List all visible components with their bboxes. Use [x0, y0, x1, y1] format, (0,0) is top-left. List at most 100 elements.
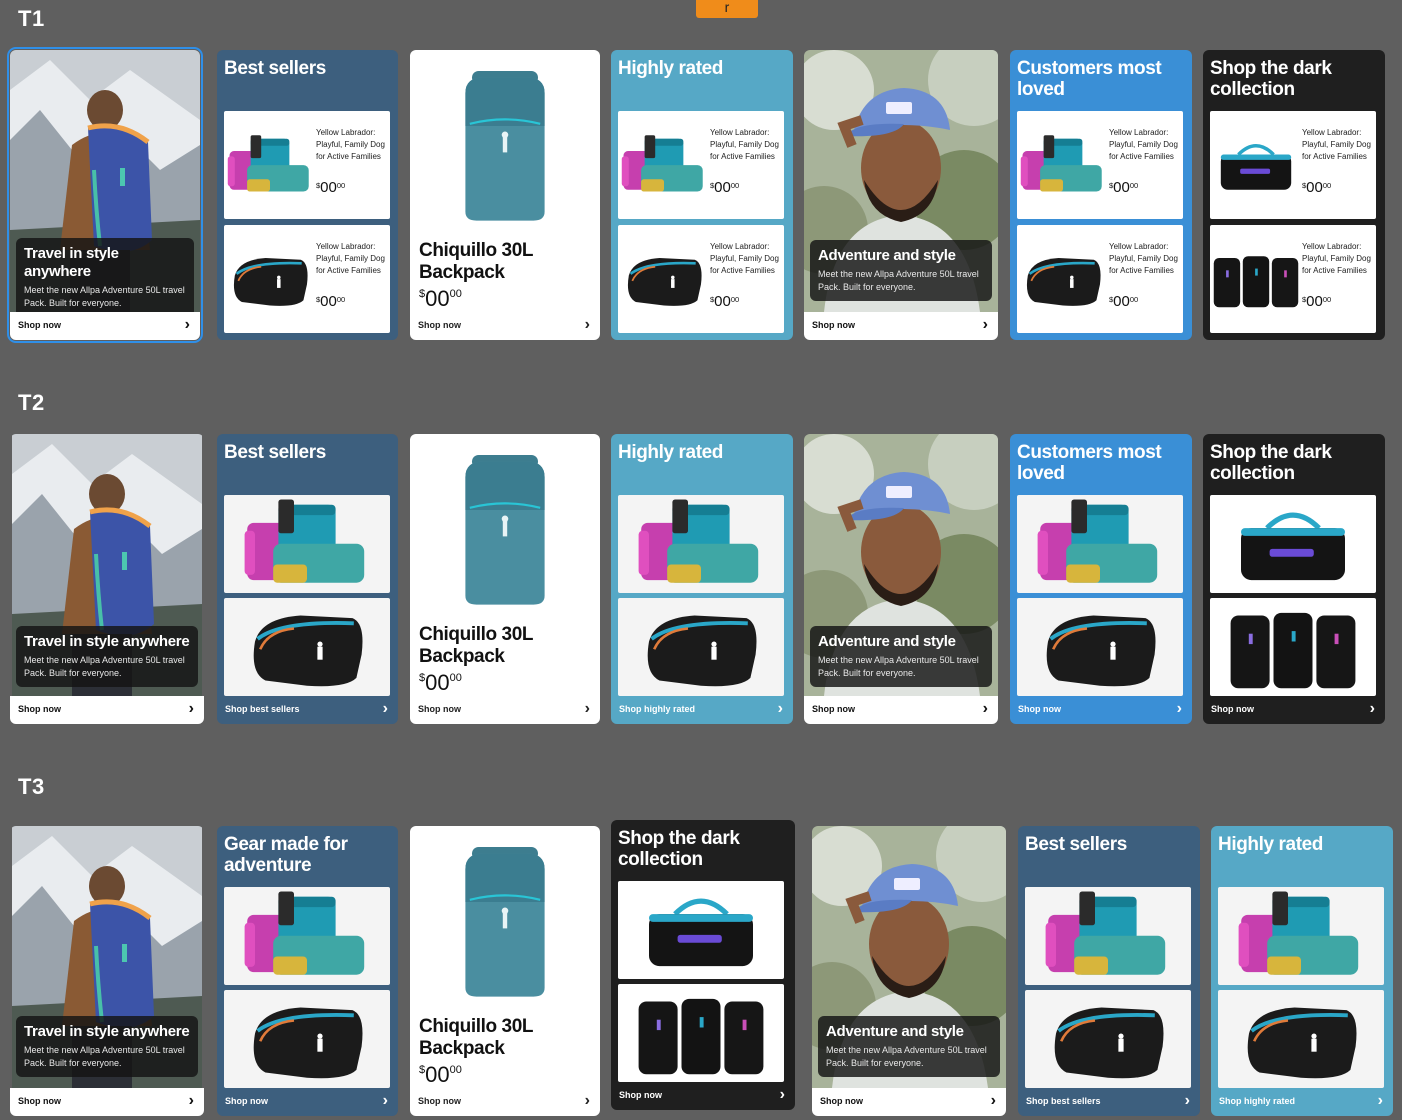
hero-footer[interactable]: Shop now ›	[10, 1088, 204, 1116]
t1-product-card[interactable]: Chiquillo 30L Backpack $0000 Shop now ›	[410, 50, 600, 340]
hero-overlay: Travel in style anywhere Meet the new Al…	[16, 238, 194, 317]
hero-footer[interactable]: Shop now ›	[10, 312, 200, 340]
t1-hero-adventure-card[interactable]: Adventure and style Meet the new Allpa A…	[804, 50, 998, 340]
tile-price: $0000	[710, 179, 740, 196]
tile-price: $0000	[316, 179, 346, 196]
t1-hero-travel-card[interactable]: Travel in style anywhere Meet the new Al…	[7, 47, 203, 343]
hero-title: Adventure and style	[818, 247, 956, 264]
t2-customers-loved-card[interactable]: Customers most loved Shop now ›	[1010, 434, 1192, 724]
product-tile[interactable]	[1210, 598, 1376, 696]
t3-hero-adventure-card[interactable]: Adventure and style Meet the new Allpa A…	[812, 826, 1006, 1116]
pouch-image	[1035, 602, 1165, 694]
product-tile[interactable]	[224, 887, 390, 985]
shop-now-label: Shop now	[418, 1096, 461, 1106]
t3-hero-travel-card[interactable]: Travel in style anywhere Meet the new Al…	[10, 826, 204, 1116]
tile-desc: Yellow Labrador: Playful, Family Dog for…	[1302, 242, 1371, 275]
hero-title: Adventure and style	[818, 633, 956, 650]
product-name: Chiquillo 30L Backpack	[419, 240, 534, 283]
hero-footer[interactable]: Shop now ›	[804, 312, 998, 340]
product-tile[interactable]	[1218, 887, 1384, 985]
t1-highly-rated-card[interactable]: Highly rated Yellow Labrador: Playful, F…	[611, 50, 793, 340]
product-tile[interactable]	[224, 495, 390, 593]
card-footer[interactable]: Shop highly rated ›	[611, 696, 793, 724]
card-footer[interactable]: Shop best sellers ›	[217, 696, 398, 724]
product-tile[interactable]	[1025, 990, 1191, 1088]
hero-title: Travel in style anywhere	[24, 633, 190, 650]
t1-best-sellers-card[interactable]: Best sellers Yellow Labrador: Playful, F…	[217, 50, 398, 340]
chevron-right-icon: ›	[188, 700, 194, 717]
card-title: Highly rated	[618, 442, 723, 463]
product-tile[interactable]	[1218, 990, 1384, 1088]
product-tile[interactable]	[1025, 887, 1191, 985]
backpack-image	[450, 836, 560, 1001]
hero-footer[interactable]: Shop now ›	[812, 1088, 1006, 1116]
tile-desc: Yellow Labrador: Playful, Family Dog for…	[1109, 242, 1178, 275]
hero-footer[interactable]: Shop now ›	[10, 696, 204, 724]
product-tile[interactable]: Yellow Labrador: Playful, Family Dog for…	[618, 225, 784, 333]
t2-product-card[interactable]: Chiquillo 30L Backpack $0000 Shop now ›	[410, 434, 600, 724]
t3-gear-card[interactable]: Gear made for adventure Shop now ›	[217, 826, 398, 1116]
product-footer[interactable]: Shop now ›	[410, 312, 600, 340]
t3-highly-rated-card[interactable]: Highly rated Shop highly rated ›	[1211, 826, 1393, 1116]
product-tile[interactable]	[224, 598, 390, 696]
product-tile[interactable]: Yellow Labrador: Playful, Family Dog for…	[224, 111, 390, 219]
hero-overlay: Travel in style anywhere Meet the new Al…	[16, 626, 198, 687]
product-tile[interactable]	[618, 881, 784, 979]
t2-best-sellers-card[interactable]: Best sellers Shop best sellers ›	[217, 434, 398, 724]
duffel-image	[1212, 131, 1300, 201]
card-footer[interactable]: Shop now ›	[611, 1082, 795, 1110]
product-footer[interactable]: Shop now ›	[410, 1088, 600, 1116]
backpack-image	[450, 444, 560, 609]
product-tile[interactable]: Yellow Labrador: Playful, Family Dog for…	[1210, 225, 1376, 333]
t2-highly-rated-card[interactable]: Highly rated Shop highly rated ›	[611, 434, 793, 724]
product-tile[interactable]	[224, 990, 390, 1088]
row-label-t2: T2	[18, 390, 45, 415]
product-tile[interactable]: Yellow Labrador: Playful, Family Dog for…	[618, 111, 784, 219]
tile-price: $0000	[1109, 179, 1139, 196]
t2-dark-collection-card[interactable]: Shop the dark collection Shop now ›	[1203, 434, 1385, 724]
t3-best-sellers-card[interactable]: Best sellers Shop best sellers ›	[1018, 826, 1200, 1116]
card-footer[interactable]: Shop highly rated ›	[1211, 1088, 1393, 1116]
product-tile[interactable]: Yellow Labrador: Playful, Family Dog for…	[1017, 225, 1183, 333]
product-tile[interactable]	[1210, 495, 1376, 593]
hero-footer[interactable]: Shop now ›	[804, 696, 998, 724]
t3-product-card[interactable]: Chiquillo 30L Backpack $0000 Shop now ›	[410, 826, 600, 1116]
backpacks-image	[1212, 245, 1300, 315]
tile-price: $0000	[1109, 293, 1139, 310]
top-tag: r	[696, 0, 758, 18]
card-footer[interactable]: Shop best sellers ›	[1018, 1088, 1200, 1116]
product-tile[interactable]	[1017, 495, 1183, 593]
t1-customers-loved-card[interactable]: Customers most loved Yellow Labrador: Pl…	[1010, 50, 1192, 340]
pouch-image	[226, 245, 314, 315]
packing-cubes-image	[1236, 891, 1366, 983]
card-footer[interactable]: Shop now ›	[217, 1088, 398, 1116]
card-title: Shop the dark collection	[618, 828, 740, 870]
chevron-right-icon: ›	[777, 700, 783, 717]
product-tile[interactable]	[618, 984, 784, 1082]
hero-overlay: Travel in style anywhere Meet the new Al…	[16, 1016, 198, 1077]
product-tile[interactable]	[1017, 598, 1183, 696]
product-tile[interactable]: Yellow Labrador: Playful, Family Dog for…	[1210, 111, 1376, 219]
t2-hero-travel-card[interactable]: Travel in style anywhere Meet the new Al…	[10, 434, 204, 724]
hero-subtitle: Meet the new Allpa Adventure 50L travel …	[24, 1045, 185, 1068]
product-tile[interactable]	[618, 598, 784, 696]
t2-hero-adventure-card[interactable]: Adventure and style Meet the new Allpa A…	[804, 434, 998, 724]
tile-price: $0000	[316, 293, 346, 310]
t1-dark-collection-card[interactable]: Shop the dark collection Yellow Labrador…	[1203, 50, 1385, 340]
shop-now-label: Shop now	[18, 320, 61, 330]
backpack-image	[450, 60, 560, 225]
product-tile[interactable]: Yellow Labrador: Playful, Family Dog for…	[224, 225, 390, 333]
shop-now-label: Shop now	[812, 704, 855, 714]
t3-dark-collection-card[interactable]: Shop the dark collection Shop now ›	[611, 820, 795, 1110]
tile-price: $0000	[1302, 179, 1332, 196]
duffel-image	[1228, 499, 1358, 591]
product-footer[interactable]: Shop now ›	[410, 696, 600, 724]
duffel-image	[636, 885, 766, 977]
product-tile[interactable]	[618, 495, 784, 593]
card-footer[interactable]: Shop now ›	[1010, 696, 1192, 724]
card-title: Best sellers	[1025, 834, 1127, 855]
card-footer[interactable]: Shop now ›	[1203, 696, 1385, 724]
shop-now-label: Shop now	[18, 704, 61, 714]
hero-title: Adventure and style	[826, 1023, 964, 1040]
product-tile[interactable]: Yellow Labrador: Playful, Family Dog for…	[1017, 111, 1183, 219]
